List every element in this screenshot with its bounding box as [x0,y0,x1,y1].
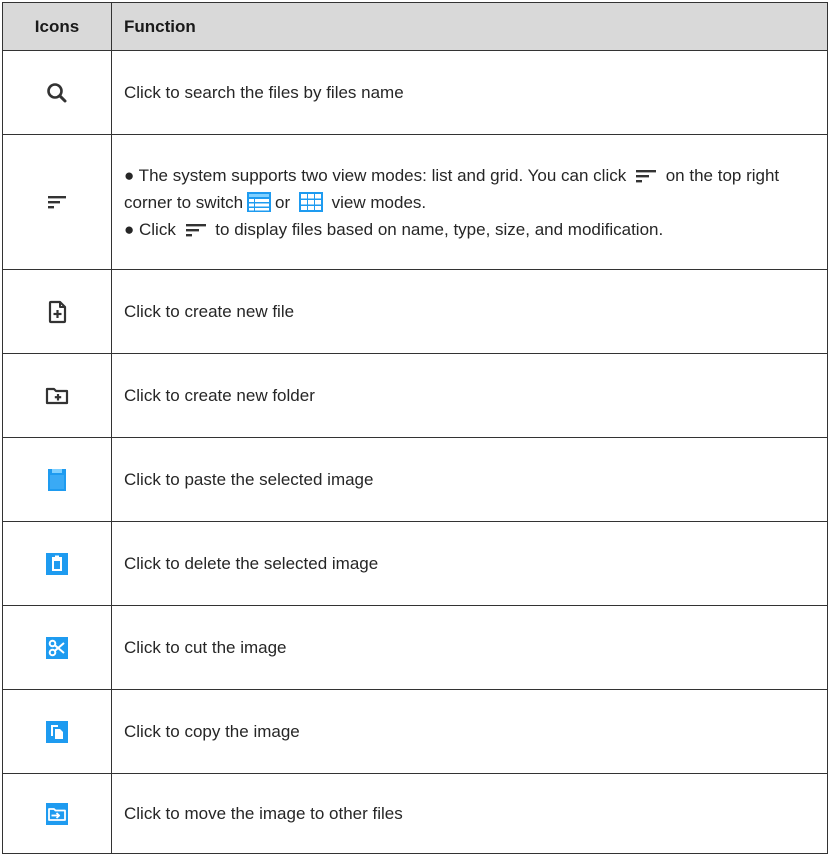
search-icon [43,79,71,107]
delete-icon [43,550,71,578]
table-row: Click to delete the selected image [2,521,828,606]
icon-cell [2,134,112,270]
table-row: Click to move the image to other files [2,773,828,854]
function-cell: Click to paste the selected image [111,437,828,522]
table-row: Click to create new folder [2,353,828,438]
icon-cell [2,50,112,135]
icon-cell [2,437,112,522]
function-cell: Click to delete the selected image [111,521,828,606]
function-cell: Click to create new file [111,269,828,354]
icon-cell [2,521,112,606]
function-cell: Click to move the image to other files [111,773,828,854]
function-cell: Click to search the files by files name [111,50,828,135]
view-modes-paragraph: ● The system supports two view modes: li… [124,165,780,212]
icon-cell [2,353,112,438]
cut-icon [43,634,71,662]
sort-icon [43,188,71,216]
icon-cell [2,689,112,774]
new-folder-icon [43,382,71,410]
icon-cell [2,773,112,854]
table-row: Click to copy the image [2,689,828,774]
icon-cell [2,269,112,354]
sort-icon [635,167,657,185]
table-header-row: Icons Function [2,2,828,51]
function-cell: Click to create new folder [111,353,828,438]
icons-column-header: Icons [2,2,112,51]
list-view-icon [247,191,272,212]
sort-icon [185,221,207,239]
new-file-icon [43,298,71,326]
table-row: ● The system supports two view modes: li… [2,134,828,270]
paste-icon [43,466,71,494]
table-row: Click to paste the selected image [2,437,828,522]
icon-function-table: Icons Function Click to search the files… [2,2,828,854]
table-row: Click to cut the image [2,605,828,690]
function-cell: Click to cut the image [111,605,828,690]
table-row: Click to create new file [2,269,828,354]
grid-view-icon [298,191,323,212]
function-cell: ● The system supports two view modes: li… [111,134,828,270]
function-column-header: Function [111,2,828,51]
table-row: Click to search the files by files name [2,50,828,135]
sort-paragraph: ● Click to display files based on name, … [124,219,664,239]
icon-cell [2,605,112,690]
function-cell: Click to copy the image [111,689,828,774]
move-icon [43,800,71,828]
copy-icon [43,718,71,746]
